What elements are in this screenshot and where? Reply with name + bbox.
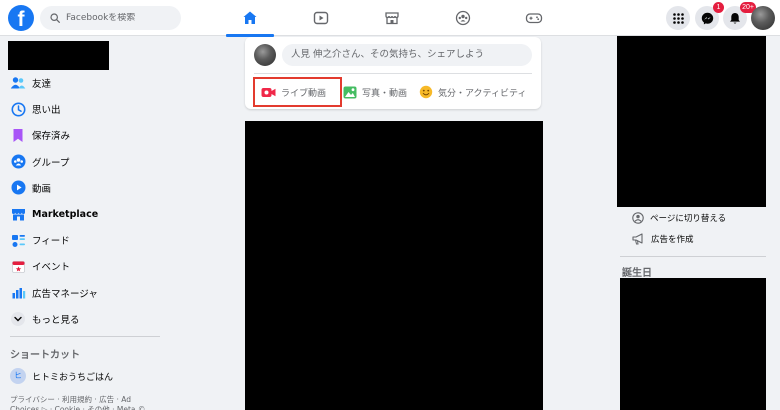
notifications-button[interactable]: 20+ [723,2,756,30]
profile-redacted[interactable] [8,41,109,70]
shortcut-item[interactable]: ヒ ヒトミおうちごはん [10,367,113,385]
sidebar-item-label: 友達 [32,79,52,91]
sidebar-item-label: フィード [32,236,70,248]
create-ad-item[interactable]: 広告を作成 [632,231,694,247]
tab-gaming[interactable] [506,2,562,34]
shortcut-label: ヒトミおうちごはん [32,372,114,383]
switch-page-item[interactable]: ページに切り替える [632,210,726,226]
sidebar-item-label: 広告マネージャ [32,288,98,300]
search-icon [50,13,60,23]
sidebar-item-events[interactable]: イベント [0,253,200,279]
messenger-button[interactable]: 1 [695,2,724,30]
sidebar-item-ads-manager[interactable]: 広告マネージャ [0,280,200,306]
sidebar-item-label: イベント [32,262,71,274]
sidebar-item-label: Marketplace [32,208,99,220]
sidebar-item-marketplace[interactable]: Marketplace [0,201,200,227]
highlight-annotation [253,77,342,107]
composer-divider [254,73,532,74]
gaming-icon [525,13,543,24]
photo-video-label: 写真・動画 [362,88,408,99]
sidebar-divider [10,336,160,337]
sidebar-item-label: グループ [32,157,70,169]
sidebar-item-see-more[interactable]: もっと見る [0,306,200,332]
tab-groups[interactable] [435,2,491,34]
sidebar-item-feed[interactable]: フィード [0,227,200,253]
right-panel-redacted [617,36,766,207]
feed-icon [10,232,26,248]
sidebar-item-label: 保存済み [32,131,71,143]
account-avatar[interactable] [751,6,775,30]
events-icon [10,258,26,274]
composer-avatar[interactable] [254,44,276,66]
sidebar-item-label: 思い出 [32,105,61,117]
ads-manager-icon [10,285,26,301]
tab-home[interactable] [222,2,278,37]
grid-menu-icon [672,12,684,24]
search-input[interactable] [66,13,174,23]
create-ad-label: 広告を作成 [651,235,694,245]
megaphone-icon [632,233,645,245]
switch-page-label: ページに切り替える [650,214,727,224]
bell-icon [730,12,740,24]
photo-icon [343,86,357,99]
smiley-icon [419,85,433,99]
sidebar-item-label: もっと見る [32,314,80,326]
birthdays-heading: 誕生日 [622,268,652,279]
composer-input[interactable]: 人見 伸之介さん、その気持ち、シェアしよう [282,44,532,66]
facebook-logo[interactable]: f [8,5,34,31]
friends-icon [10,75,26,91]
chevron-down-icon [11,311,25,326]
sidebar-item-memories[interactable]: 思い出 [0,96,200,122]
sidebar-item-friends[interactable]: 友達 [0,70,200,96]
sidebar-item-label: 動画 [32,183,52,195]
birthdays-redacted [620,278,766,410]
shortcuts-heading: ショートカット [10,350,80,361]
watch-icon [313,11,329,25]
switch-profile-icon [632,212,644,224]
saved-icon [10,127,26,143]
shortcut-avatar: ヒ [10,368,26,384]
tab-marketplace[interactable] [364,2,420,34]
feed-redacted [245,121,543,410]
see-more-icon-wrap [10,311,26,327]
right-divider [620,256,766,257]
messenger-badge: 1 [713,2,724,13]
tab-watch[interactable] [293,2,349,34]
feeling-activity-label: 気分・アクティビティ [438,88,527,99]
search-box[interactable] [40,6,181,30]
groups-icon [10,154,26,170]
messenger-icon [701,12,713,24]
footer-links[interactable]: プライバシー · 利用規約 · 広告 · Ad Choices ▷ · Cook… [10,395,150,410]
memories-icon [10,101,26,117]
menu-button[interactable] [666,6,690,30]
photo-video-button[interactable]: 写真・動画 [343,81,407,103]
marketplace-icon [385,12,399,25]
sidebar-item-video[interactable]: 動画 [0,175,200,201]
feeling-activity-button[interactable]: 気分・アクティビティ [419,81,526,103]
left-nav: 友達 思い出 保存済み グループ 動画 Marketplace フィード イベン… [0,70,200,332]
sidebar-item-saved[interactable]: 保存済み [0,122,200,148]
groups-icon [455,10,471,26]
top-bar: f 1 20+ [0,0,780,37]
marketplace-icon [10,206,26,222]
home-icon [243,11,257,24]
video-icon [10,180,26,196]
sidebar-item-groups[interactable]: グループ [0,149,200,175]
